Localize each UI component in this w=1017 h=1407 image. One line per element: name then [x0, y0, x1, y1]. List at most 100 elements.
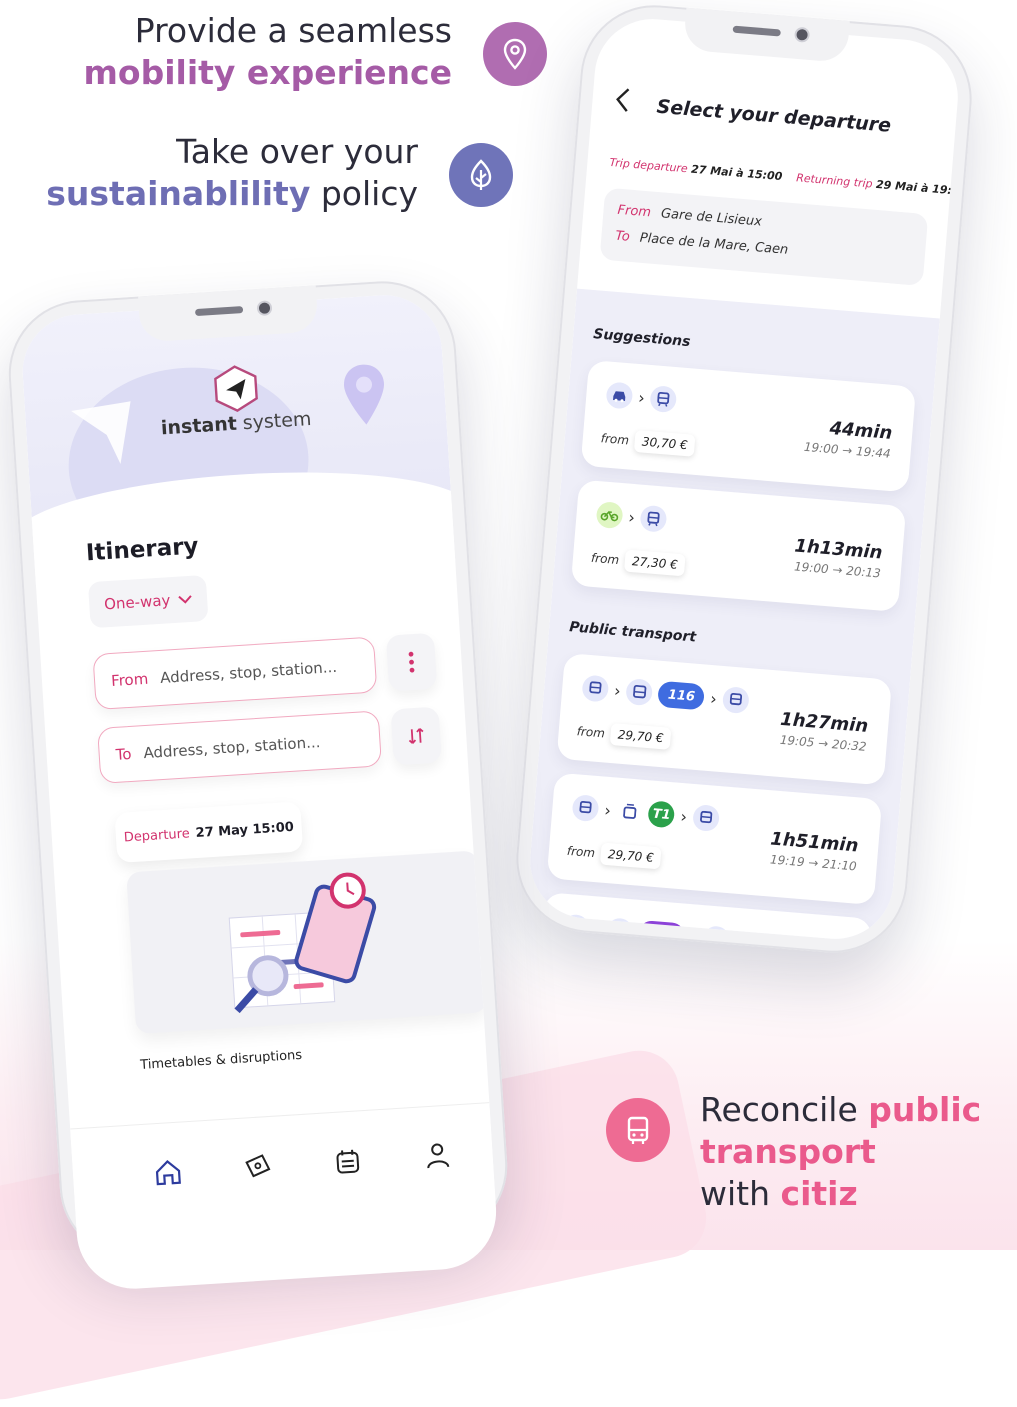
- home-icon: [152, 1157, 184, 1189]
- time-range: 19:00 → 19:44: [803, 440, 891, 461]
- phone-itinerary: instant system Itinerary One-way From Ad…: [4, 277, 511, 1263]
- brand-light: system: [242, 408, 312, 434]
- price-prefix: from: [590, 551, 619, 567]
- bottom-nav: [70, 1102, 496, 1229]
- timetable-illustration: [207, 867, 415, 1019]
- departure-header: Select your departure: [612, 86, 934, 152]
- tagline-emphasis: sustainablility: [46, 174, 310, 213]
- train-icon: [562, 914, 590, 942]
- departure-button[interactable]: Departure 27 May 15:00: [114, 801, 303, 863]
- swap-icon: [406, 725, 427, 746]
- mode-sequence: › 116 ›: [581, 675, 749, 715]
- train-icon: [571, 794, 599, 822]
- camera: [257, 300, 273, 316]
- line-badge: T1: [648, 800, 676, 828]
- trip-departure-label: Trip departure: [609, 156, 688, 175]
- public-transport-card[interactable]: › T1 › from29,70 € 1h51min 19:19 → 21:10: [547, 773, 883, 906]
- chevron-right-icon: ›: [690, 928, 698, 944]
- route-from-value: Gare de Lisieux: [660, 206, 762, 229]
- departure-screen: Select your departure Trip departure 27 …: [526, 15, 963, 944]
- from-placeholder: Address, stop, station...: [160, 658, 338, 687]
- chevron-right-icon: ›: [710, 689, 718, 708]
- bus-icon: [606, 1098, 670, 1162]
- train-icon: [702, 925, 730, 943]
- bike-icon: [596, 501, 624, 529]
- from-label: From: [111, 670, 149, 690]
- ticket-icon: [242, 1151, 274, 1183]
- trip-type-value: One-way: [104, 591, 171, 613]
- tagline-text: Take over your: [20, 131, 418, 173]
- train-icon: [581, 675, 609, 703]
- departure-label: Departure: [123, 826, 190, 845]
- swap-button[interactable]: [390, 707, 441, 766]
- trip-dates: Trip departure 27 Mai à 15:00 Returning …: [609, 156, 941, 196]
- tagline-middle: with: [700, 1174, 770, 1213]
- leaf-icon: [449, 143, 513, 207]
- tagline-public-transport: Reconcile public transport with citiz: [700, 1089, 1017, 1216]
- duration: 1h27min: [779, 709, 869, 737]
- tagline-emphasis-2: citiz: [781, 1174, 858, 1213]
- price: from29,70 €: [566, 840, 662, 870]
- nav-calendar[interactable]: [330, 1143, 366, 1179]
- location-pin-icon: [483, 22, 547, 86]
- train-icon: [692, 804, 720, 832]
- tagline-emphasis: mobility experience: [60, 52, 452, 94]
- to-label: To: [115, 745, 132, 764]
- bus-icon: [626, 678, 654, 706]
- camera: [794, 27, 810, 43]
- tagline-text-after: policy: [321, 174, 418, 213]
- time-range: 19:00 → 20:13: [794, 559, 882, 580]
- chevron-right-icon: ›: [638, 388, 646, 407]
- route-to: To Place de la Mare, Caen: [615, 229, 789, 258]
- speaker: [195, 306, 243, 316]
- price: from29,70 €: [576, 720, 672, 750]
- duration: 44min: [829, 418, 893, 444]
- departure-value: 27 May 15:00: [195, 819, 294, 840]
- timetables-card[interactable]: [126, 850, 487, 1034]
- timetables-label: Timetables & disruptions: [140, 1048, 303, 1073]
- train-icon: [650, 385, 678, 413]
- price-prefix: from: [566, 844, 595, 860]
- duration: 1h51min: [770, 828, 860, 856]
- results-panel: Suggestions › from30,70 € 44min 19:00 → …: [526, 289, 940, 944]
- itinerary-screen: instant system Itinerary One-way From Ad…: [19, 292, 499, 1292]
- suggestion-card[interactable]: › from27,30 € 1h13min 19:00 → 20:13: [571, 480, 907, 613]
- tram-icon: [616, 798, 644, 826]
- more-options-button[interactable]: [386, 633, 437, 692]
- logo-icon: [211, 363, 262, 414]
- price-prefix: from: [600, 431, 629, 447]
- chevron-right-icon: ›: [680, 806, 688, 825]
- returning-label: Returning trip: [796, 171, 873, 190]
- phone-departure: Select your departure Trip departure 27 …: [511, 0, 978, 958]
- from-field[interactable]: From Address, stop, station...: [92, 636, 377, 710]
- chevron-right-icon: ›: [628, 507, 636, 526]
- tagline-text: Provide a seamless: [60, 10, 452, 52]
- route-summary[interactable]: From Gare de Lisieux To Place de la Mare…: [600, 188, 929, 286]
- chevron-right-icon: ›: [613, 681, 621, 700]
- duration: 1h13min: [794, 535, 884, 563]
- car-icon: [605, 381, 633, 409]
- chevron-right-icon: ›: [594, 920, 602, 939]
- returning-value: 29 Mai à 19:00: [876, 178, 963, 198]
- nav-tickets[interactable]: [240, 1149, 276, 1185]
- route-to-value: Place de la Mare, Caen: [639, 231, 789, 258]
- public-transport-card[interactable]: › 116 › from29,70 € 1h27min 19:05 → 20:3…: [556, 653, 892, 786]
- train-icon: [722, 686, 750, 714]
- tagline-text: Reconcile: [700, 1090, 858, 1129]
- calendar-icon: [332, 1145, 364, 1177]
- price-prefix: from: [576, 724, 605, 740]
- chevron-right-icon: ›: [604, 800, 612, 819]
- to-field[interactable]: To Address, stop, station...: [97, 710, 382, 784]
- mode-sequence: ›: [596, 501, 668, 533]
- line-badge: 116: [657, 681, 705, 711]
- speaker: [733, 26, 781, 37]
- nav-home[interactable]: [150, 1154, 186, 1190]
- suggestion-card[interactable]: › from30,70 € 44min 19:00 → 19:44: [581, 360, 917, 493]
- chevron-down-icon: [178, 594, 193, 604]
- price: from27,30 €: [590, 547, 686, 577]
- profile-icon: [422, 1140, 454, 1172]
- nav-profile[interactable]: [420, 1137, 456, 1173]
- mode-sequence: › T1 ›: [571, 794, 719, 832]
- route-from-label: From: [617, 203, 652, 221]
- trip-type-select[interactable]: One-way: [88, 575, 209, 628]
